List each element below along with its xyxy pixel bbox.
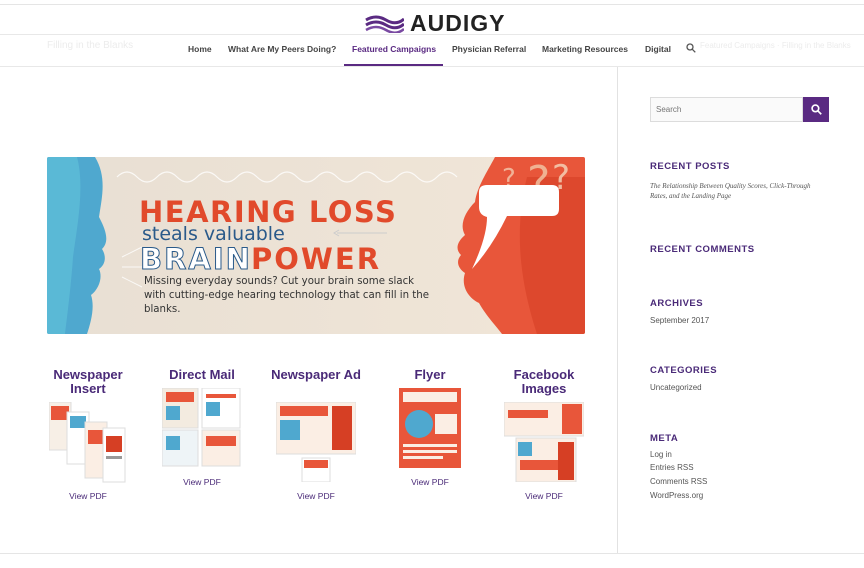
product-title: Flyer [414,367,446,382]
bottom-border [0,553,864,554]
nav-physician-referral[interactable]: Physician Referral [452,44,526,54]
banner-power-word: POWER [251,242,382,276]
recent-comments-title: RECENT COMMENTS [650,244,755,255]
product-newspaper-insert: Newspaper Insert [43,368,133,396]
product-title: Newspaper Ad [271,367,361,382]
newspaper-ad-thumbnail[interactable] [276,402,356,482]
audigy-logo[interactable]: AUDIGY [364,10,505,36]
banner-brain-word: BRAIN [140,242,252,277]
product-title: Newspaper Insert [53,367,123,396]
logo-wordmark: AUDIGY [410,9,506,36]
product-facebook-images: Facebook Images [499,368,589,396]
meta-comments-rss-link[interactable]: Comments RSS [650,477,707,486]
archives-title: ARCHIVES [650,298,704,309]
meta-title: META [650,433,679,444]
nav-peers[interactable]: What Are My Peers Doing? [228,44,336,54]
nav-home[interactable]: Home [188,44,212,54]
meta-wordpress-link[interactable]: WordPress.org [650,491,703,500]
top-border [0,4,864,5]
sidebar-search-button[interactable] [803,97,829,122]
nav-featured-campaigns[interactable]: Featured Campaigns [352,44,436,54]
archive-link[interactable]: September 2017 [650,316,709,325]
ghost-breadcrumb: Featured Campaigns · Filling in the Blan… [700,41,851,50]
meta-login-link[interactable]: Log in [650,450,672,459]
recent-post-link[interactable]: The Relationship Between Quality Scores,… [650,181,820,201]
search-icon [810,104,822,115]
view-pdf-link[interactable]: View PDF [499,491,589,501]
ghost-page-title: Filling in the Blanks [47,40,134,51]
view-pdf-link[interactable]: View PDF [157,477,247,487]
product-direct-mail: Direct Mail [157,368,247,382]
flyer-thumbnail[interactable] [399,388,461,468]
sidebar-search-input[interactable] [650,97,803,122]
view-pdf-link[interactable]: View PDF [271,491,361,501]
active-nav-indicator [344,64,443,66]
product-flyer: Flyer [385,368,475,382]
sidebar-divider [617,67,618,553]
search-icon[interactable] [686,43,696,53]
categories-title: CATEGORIES [650,365,718,376]
view-pdf-link[interactable]: View PDF [43,491,133,501]
product-title: Direct Mail [169,367,235,382]
banner-body-text: Missing everyday sounds? Cut your brain … [144,276,430,315]
recent-posts-title: RECENT POSTS [650,161,730,172]
audigy-wave-icon [365,15,404,33]
product-newspaper-ad: Newspaper Ad [271,368,361,382]
nav-digital[interactable]: Digital [645,44,671,54]
direct-mail-thumbnail[interactable] [162,388,242,468]
newspaper-insert-thumbnail[interactable] [49,402,127,484]
hero-banner: ? ? ? HEARING LOSS steals valuable BRAIN… [47,157,585,334]
nav-marketing-resources[interactable]: Marketing Resources [542,44,628,54]
category-link[interactable]: Uncategorized [650,383,702,392]
meta-entries-rss-link[interactable]: Entries RSS [650,463,694,472]
view-pdf-link[interactable]: View PDF [385,477,475,487]
facebook-images-thumbnail[interactable] [504,402,584,482]
product-title: Facebook Images [513,367,575,396]
